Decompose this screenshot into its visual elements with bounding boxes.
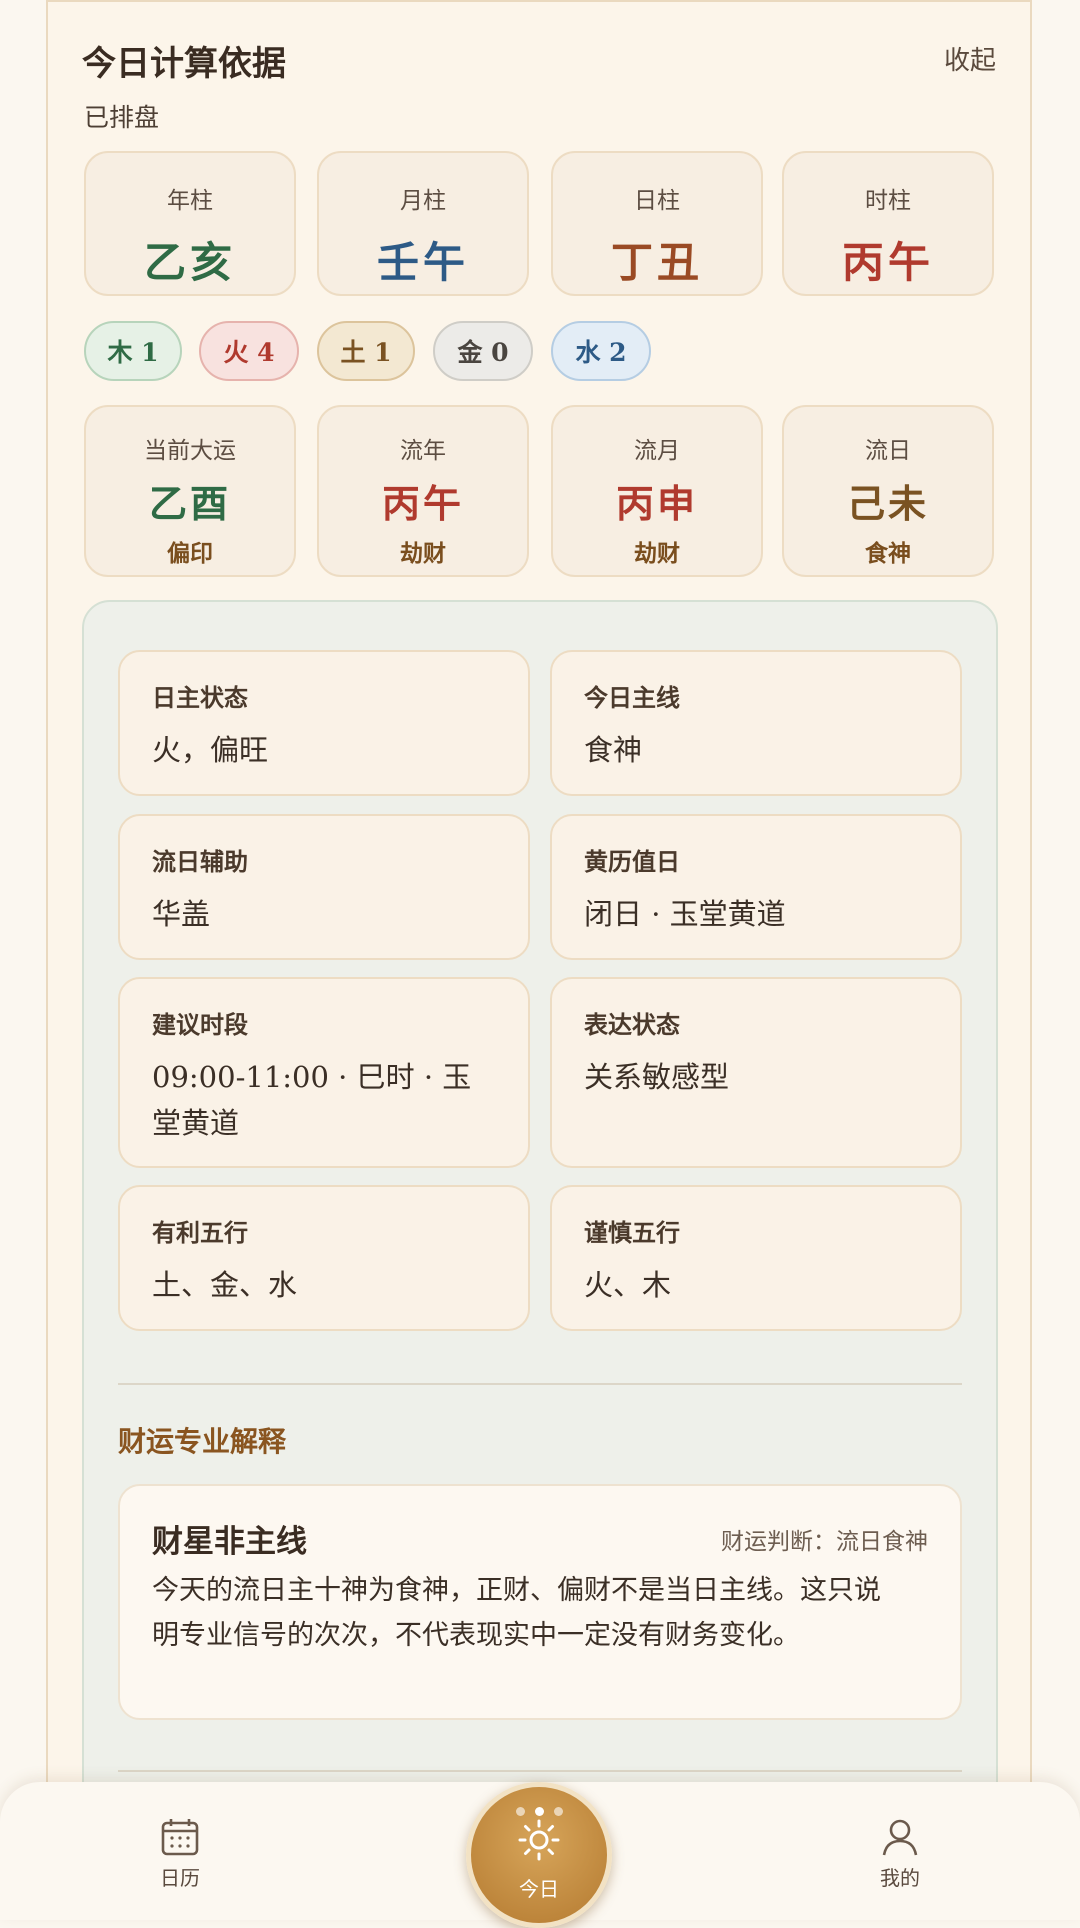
- info-value: 食神: [584, 733, 643, 767]
- wealth-judgement: 财运判断：流日食神: [721, 1529, 928, 1555]
- divider: [118, 1770, 962, 1772]
- element-chip-fire: 火 4: [199, 321, 299, 381]
- info-caution-elements: 谨慎五行 火、木: [550, 1185, 962, 1331]
- luck-year: 流年 丙午 劫财: [317, 405, 529, 577]
- element-chip-metal: 金 0: [433, 321, 533, 381]
- page-dot: [515, 1807, 525, 1816]
- luck-value: 丙申: [615, 481, 698, 526]
- info-day-master: 日主状态 火，偏旺: [118, 650, 530, 796]
- pillar-value: 壬午: [376, 238, 469, 287]
- collapse-button[interactable]: 收起: [944, 40, 996, 77]
- wealth-card: 财星非主线 财运判断：流日食神 今天的流日主十神为食神，正财、偏财不是当日主线。…: [118, 1484, 962, 1720]
- element-chip-earth: 土 1: [317, 321, 415, 381]
- info-title: 有利五行: [152, 1218, 248, 1247]
- nav-calendar-label: 日历: [160, 1866, 200, 1890]
- page-title: 今日计算依据: [82, 44, 286, 84]
- luck-god: 食神: [865, 540, 911, 567]
- info-title: 日主状态: [152, 683, 248, 712]
- pillar-year: 年柱 乙亥: [84, 151, 296, 296]
- page-indicator: [471, 1807, 607, 1816]
- nav-today-button[interactable]: 今日: [466, 1782, 612, 1928]
- info-title: 今日主线: [584, 683, 680, 712]
- info-main-line: 今日主线 食神: [550, 650, 962, 796]
- info-expression: 表达状态 关系敏感型: [550, 977, 962, 1168]
- info-time-slot: 建议时段 09:00-11:00 · 巳时 · 玉堂黄道: [118, 977, 530, 1168]
- info-title: 谨慎五行: [584, 1218, 680, 1247]
- element-chip-water: 水 2: [551, 321, 651, 381]
- luck-value: 丙午: [381, 481, 464, 526]
- luck-label: 流年: [400, 438, 446, 464]
- pillar-label: 月柱: [400, 188, 446, 214]
- nav-today-label: 今日: [519, 1877, 559, 1901]
- info-value: 华盖: [152, 897, 211, 931]
- luck-value: 乙酉: [148, 481, 231, 526]
- pillar-month: 月柱 壬午: [317, 151, 529, 296]
- luck-label: 当前大运: [144, 438, 236, 464]
- nav-mine[interactable]: 我的: [860, 1816, 940, 1891]
- pillar-day: 日柱 丁丑: [551, 151, 763, 296]
- pillar-value: 乙亥: [143, 238, 236, 287]
- pillar-value: 丁丑: [610, 238, 703, 287]
- sun-icon: [518, 1819, 560, 1861]
- nav-calendar[interactable]: 日历: [140, 1816, 220, 1891]
- luck-label: 流日: [865, 438, 911, 464]
- divider: [118, 1383, 962, 1385]
- info-value: 闭日 · 玉堂黄道: [584, 897, 786, 931]
- nav-mine-label: 我的: [880, 1866, 920, 1890]
- info-title: 黄历值日: [584, 847, 680, 876]
- luck-god: 偏印: [167, 540, 213, 567]
- page-dot: [553, 1807, 563, 1816]
- luck-month: 流月 丙申 劫财: [551, 405, 763, 577]
- pillar-label: 日柱: [634, 188, 680, 214]
- pillar-hour: 时柱 丙午: [782, 151, 994, 296]
- wealth-explanation: 今天的流日主十神为食神，正财、偏财不是当日主线。这只说明专业信号的次次，不代表现…: [152, 1575, 881, 1651]
- page-dot-active: [534, 1807, 544, 1816]
- info-value: 火、木: [584, 1268, 672, 1302]
- luck-value: 己未: [846, 481, 929, 526]
- wealth-section-title: 财运专业解释: [118, 1425, 287, 1458]
- element-chip-wood: 木 1: [84, 321, 182, 381]
- calendar-icon: [161, 1819, 199, 1856]
- info-value: 土、金、水: [152, 1268, 298, 1302]
- pillar-label: 时柱: [865, 188, 911, 214]
- luck-god: 劫财: [400, 540, 446, 567]
- user-icon: [882, 1819, 918, 1856]
- info-value: 火，偏旺: [152, 733, 269, 767]
- info-almanac: 黄历值日 闭日 · 玉堂黄道: [550, 814, 962, 960]
- info-favorable-elements: 有利五行 土、金、水: [118, 1185, 530, 1331]
- info-value: 09:00-11:00 · 巳时 · 玉堂黄道: [152, 1060, 472, 1140]
- info-title: 表达状态: [584, 1010, 680, 1039]
- luck-day: 流日 己未 食神: [782, 405, 994, 577]
- info-title: 流日辅助: [152, 847, 248, 876]
- pillar-value: 丙午: [841, 238, 934, 287]
- status-text: 已排盘: [84, 103, 160, 132]
- luck-label: 流月: [634, 438, 680, 464]
- pillar-label: 年柱: [167, 188, 213, 214]
- info-title: 建议时段: [152, 1010, 248, 1039]
- luck-god: 劫财: [634, 540, 680, 567]
- info-value: 关系敏感型: [584, 1060, 730, 1094]
- luck-decade: 当前大运 乙酉 偏印: [84, 405, 296, 577]
- info-day-aid: 流日辅助 华盖: [118, 814, 530, 960]
- wealth-card-title: 财星非主线: [152, 1524, 307, 1560]
